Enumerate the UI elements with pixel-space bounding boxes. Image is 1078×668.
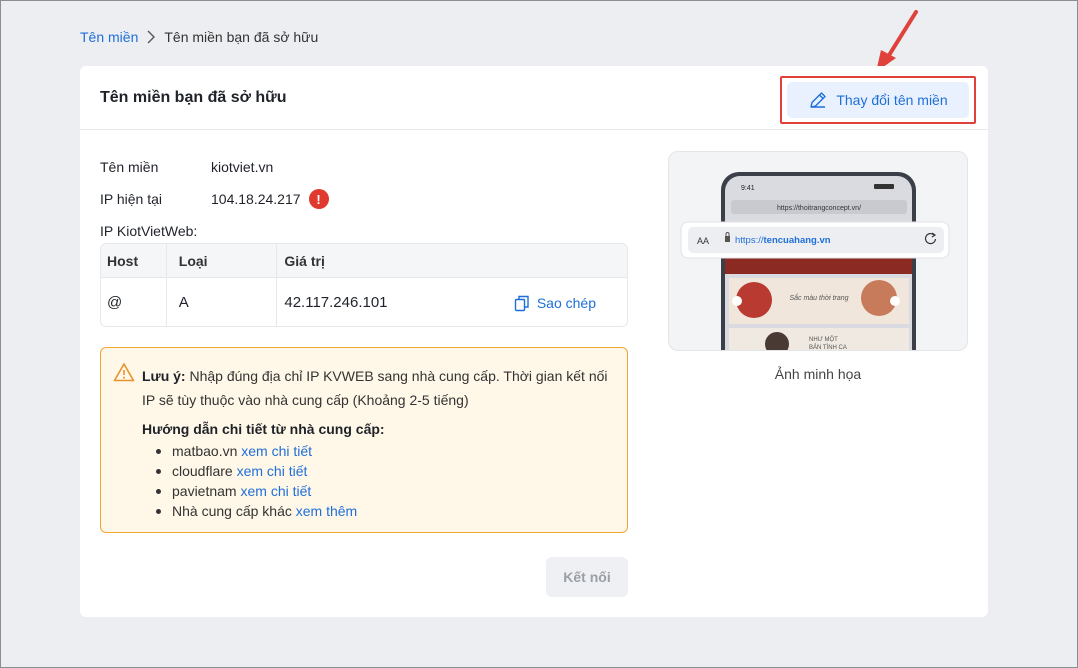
ip-value: 42.117.246.101 [284,294,388,311]
domain-info: Tên miền kiotviet.vn IP hiện tại 104.18.… [100,151,329,247]
banner-text-2b: BẢN TÌNH CA [809,344,847,351]
breadcrumb-root-link[interactable]: Tên miền [80,29,138,45]
url-bar-domain: tencuahang.vn [764,235,831,246]
url-bar-aa: AA [697,236,709,246]
breadcrumb: Tên miền Tên miền bạn đã sở hữu [80,29,318,45]
type-cell: A [167,278,278,326]
guide-title: Hướng dẫn chi tiết từ nhà cung cấp: [142,421,385,437]
copy-label: Sao chép [536,294,596,311]
provider-list: matbao.vn xem chi tiết cloudflare xem ch… [142,441,611,521]
illustration-caption: Ảnh minh họa [774,366,862,382]
copy-button[interactable]: Sao chép [513,294,596,312]
notice-text: Lưu ý: Nhập đúng địa chỉ IP KVWEB sang n… [142,368,608,408]
card-title: Tên miền bạn đã sở hữu [100,88,287,106]
domain-label: Tên miền [100,159,159,175]
breadcrumb-current: Tên miền bạn đã sở hữu [164,29,319,45]
notice-box: Lưu ý: Nhập đúng địa chỉ IP KVWEB sang n… [100,347,628,533]
annotation-highlight-box: Thay đổi tên miền [780,76,976,124]
host-cell: @ [101,278,167,326]
domain-value: kiotviet.vn [211,159,274,175]
annotation-arrow-icon [876,10,918,72]
provider-link[interactable]: xem chi tiết [241,443,312,459]
current-ip-value: 104.18.24.217 [211,191,301,207]
chevron-right-icon [146,30,156,44]
change-domain-button[interactable]: Thay đổi tên miền [787,82,969,118]
illustration-image: 9:41 https://thoitrangconcept.vn/ Sắc mà… [668,151,968,351]
value-cell: 42.117.246.101 Sao chép [277,278,627,326]
kvweb-ip-label: IP KiotVietWeb: [100,223,198,239]
list-item: Nhà cung cấp khác xem thêm [142,501,611,521]
url-bar-prefix: https:// [735,235,764,246]
svg-text:https://tencuahang.vn: https://tencuahang.vn [735,235,831,246]
provider-link[interactable]: xem chi tiết [240,483,311,499]
ip-table: Host Loại Giá trị @ A 42.117.246.101 Sao… [100,243,628,327]
warning-triangle-icon [113,362,135,389]
list-item: cloudflare xem chi tiết [142,461,611,481]
provider-link[interactable]: xem thêm [296,503,357,519]
table-header-cell: Giá trị [284,252,325,269]
list-item: matbao.vn xem chi tiết [142,441,611,461]
owned-domain-card: Tên miền bạn đã sở hữu Thay đổi tên miền… [80,66,988,617]
change-domain-label: Thay đổi tên miền [836,92,948,108]
banner-text-2a: NHƯ MỘT [809,336,838,343]
copy-icon [513,294,531,312]
phone-url: https://thoitrangconcept.vn/ [777,205,861,212]
table-row: @ A 42.117.246.101 Sao chép [101,278,627,326]
pencil-icon [808,90,828,110]
list-item: pavietnam xem chi tiết [142,481,611,501]
table-header-cell: Host [101,244,167,277]
table-header-cell: Loại [167,244,278,277]
table-header: Host Loại Giá trị [101,244,627,278]
warning-icon[interactable]: ! [308,189,329,209]
banner-text-1: Sắc màu thời trang [789,293,848,302]
phone-time: 9:41 [741,185,755,192]
current-ip-label: IP hiện tại [100,191,163,207]
connect-button[interactable]: Kết nối [546,557,628,597]
provider-link[interactable]: xem chi tiết [237,463,308,479]
